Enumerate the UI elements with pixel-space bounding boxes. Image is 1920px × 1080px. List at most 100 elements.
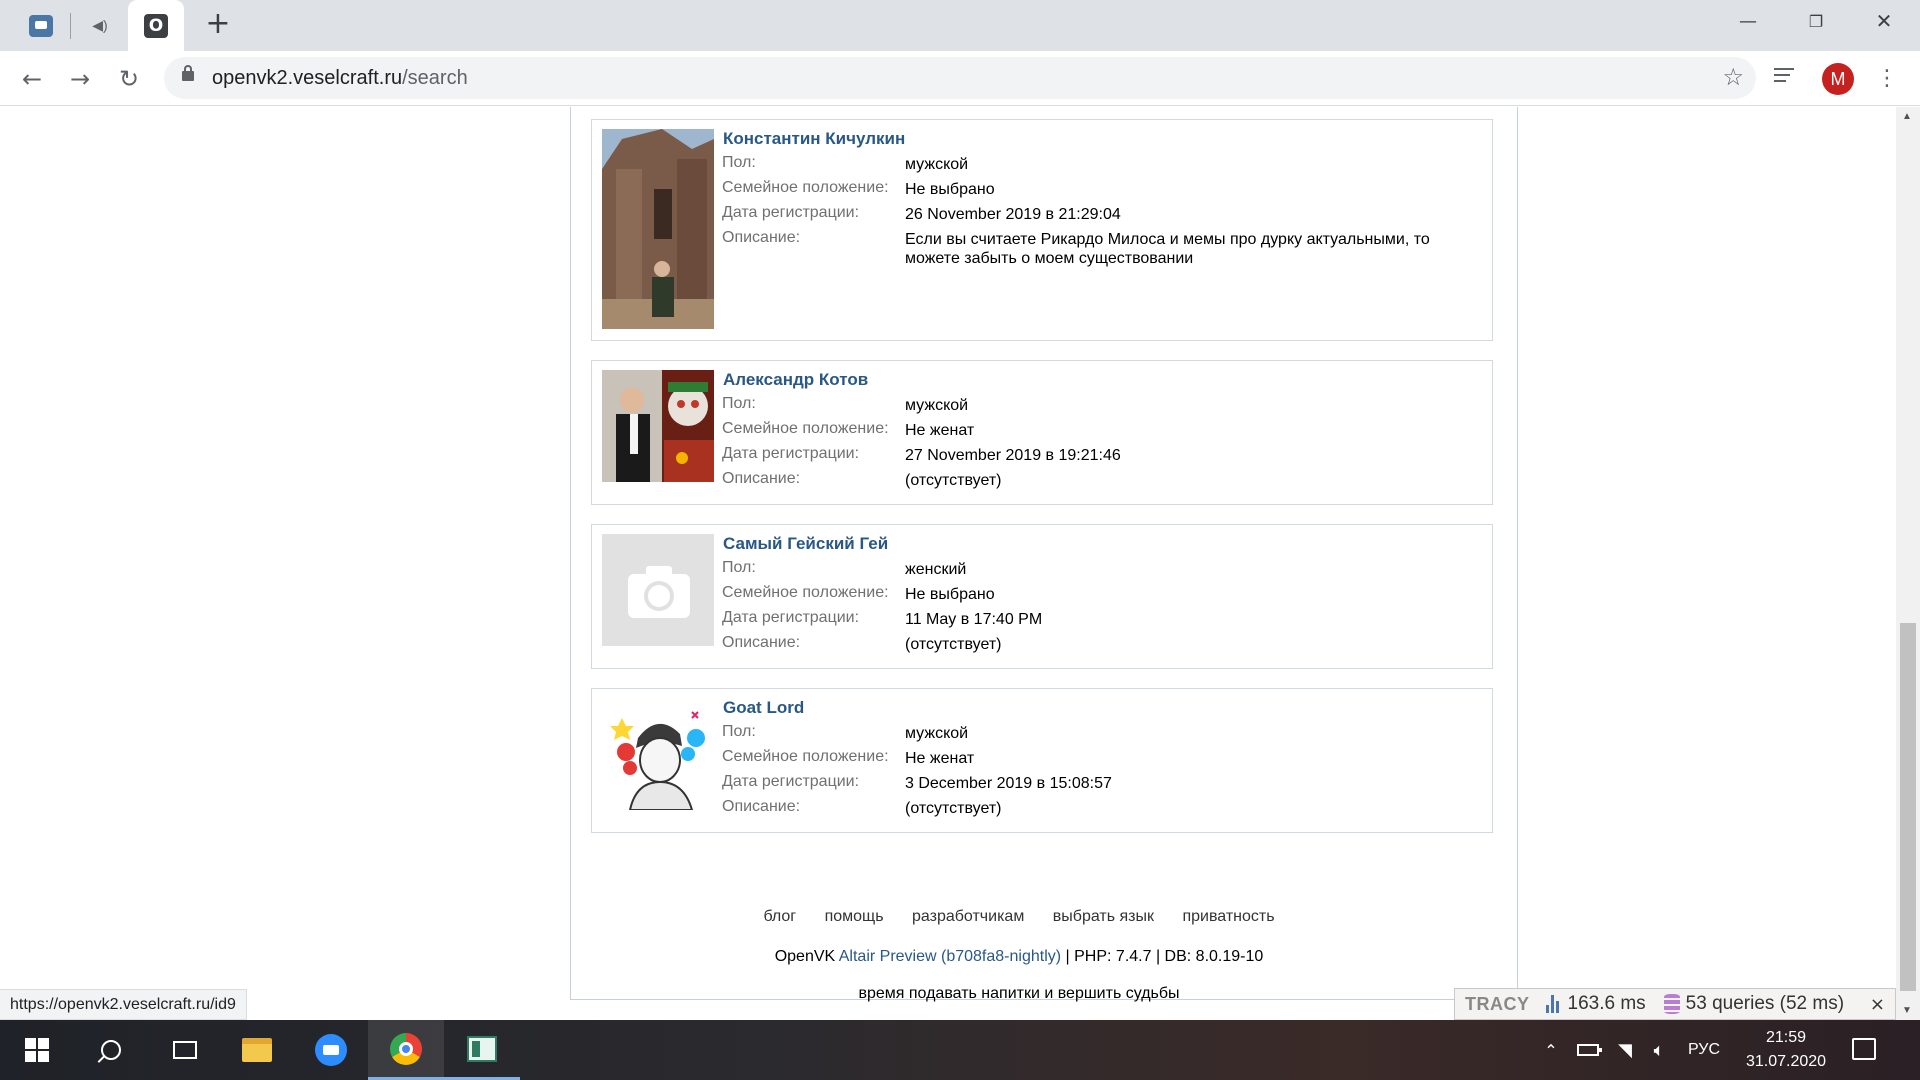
link-hover-status: https://openvk2.veselcraft.ru/id9 <box>0 989 247 1020</box>
new-tab-button[interactable]: + <box>202 9 234 41</box>
page-viewport: Константин Кичулкин Пол: мужской Семейно… <box>0 107 1896 1020</box>
scroll-up-arrow-icon[interactable]: ▲ <box>1902 111 1912 122</box>
gender-value: женский <box>905 561 967 578</box>
document-app-icon <box>467 1035 497 1062</box>
footer-link-privacy[interactable]: приватность <box>1182 908 1274 925</box>
footer-links: блог помощь разработчикам выбрать язык п… <box>0 908 1896 926</box>
battery-icon[interactable] <box>1572 1020 1604 1080</box>
user-name-link[interactable]: Александр Котов <box>723 370 868 390</box>
scroll-down-arrow-icon[interactable]: ▼ <box>1902 1005 1912 1016</box>
user-name-link[interactable]: Самый Гейский Гей <box>723 534 888 554</box>
gender-label: Пол: <box>722 559 756 576</box>
url-path: /search <box>402 67 468 89</box>
user-name-link[interactable]: Goat Lord <box>723 698 804 718</box>
tracy-debug-bar[interactable]: TRACY 163.6 ms 53 queries (52 ms) × <box>1454 988 1896 1020</box>
registered-label: Дата регистрации: <box>722 609 860 626</box>
tracy-time[interactable]: 163.6 ms <box>1568 993 1646 1015</box>
scroll-thumb[interactable] <box>1900 623 1916 991</box>
search-button[interactable] <box>74 1020 148 1080</box>
gender-label: Пол: <box>722 723 756 740</box>
file-explorer-button[interactable] <box>220 1020 294 1080</box>
folder-icon <box>242 1038 272 1062</box>
timer-chart-icon <box>1545 995 1562 1013</box>
clock-time: 21:59 <box>1765 1029 1807 1046</box>
version-link[interactable]: Altair Preview (b708fa8-nightly) <box>839 948 1061 965</box>
description-value: Если вы считаете Рикардо Милоса и мемы п… <box>905 231 1430 267</box>
chrome-app-button[interactable] <box>368 1020 444 1080</box>
footer-link-help[interactable]: помощь <box>825 908 884 925</box>
user-photo[interactable] <box>602 129 714 329</box>
footer-link-developers[interactable]: разработчикам <box>912 908 1024 925</box>
footer-link-blog[interactable]: блог <box>763 908 796 925</box>
marital-value: Не женат <box>905 422 975 439</box>
footer-version: OpenVK Altair Preview (b708fa8-nightly) … <box>0 948 1896 966</box>
clock[interactable]: 21:59 31.07.2020 <box>1736 1026 1836 1074</box>
zoom-app-button[interactable] <box>294 1020 368 1080</box>
registered-label: Дата регистрации: <box>722 773 860 790</box>
search-result-card: Goat Lord Пол: мужской Семейное положени… <box>591 688 1493 833</box>
clock-date: 31.07.2020 <box>1745 1053 1827 1070</box>
search-result-card: Константин Кичулкин Пол: мужской Семейно… <box>591 119 1493 341</box>
restore-button[interactable]: ❐ <box>1782 0 1850 42</box>
start-button[interactable] <box>0 1020 74 1080</box>
tracy-logo[interactable]: TRACY <box>1465 994 1530 1015</box>
openvk-favicon-icon: O <box>144 13 168 38</box>
browser-menu-icon[interactable]: ⋮ <box>1876 63 1898 95</box>
url-host: openvk2.veselcraft.ru <box>212 67 403 89</box>
chat-favicon-icon <box>29 14 53 37</box>
marital-label: Семейное положение: <box>722 420 889 437</box>
tracy-queries[interactable]: 53 queries (52 ms) <box>1686 993 1844 1015</box>
media-queue-icon[interactable] <box>1774 68 1798 88</box>
user-name-link[interactable]: Константин Кичулкин <box>723 129 905 149</box>
browser-toolbar: ← → ↻ openvk2.veselcraft.ru/search ☆ M ⋮ <box>0 51 1920 106</box>
document-app-button[interactable] <box>444 1020 520 1080</box>
back-arrow-icon[interactable]: ← <box>14 61 50 97</box>
marital-value: Не женат <box>905 750 975 767</box>
notification-center-icon[interactable] <box>1852 1038 1876 1060</box>
search-icon <box>101 1040 121 1060</box>
description-label: Описание: <box>722 470 801 487</box>
tab-chat[interactable] <box>10 0 72 51</box>
gender-label: Пол: <box>722 154 756 171</box>
tray-expand-icon[interactable]: ⌃ <box>1536 1020 1566 1080</box>
reload-icon[interactable]: ↻ <box>111 61 147 97</box>
description-label: Описание: <box>722 229 801 246</box>
tab-openvk[interactable]: O <box>128 0 184 51</box>
minimize-button[interactable]: — <box>1714 0 1782 42</box>
lock-icon <box>182 65 194 81</box>
description-value: (отсутствует) <box>905 472 1002 489</box>
chrome-logo-icon <box>390 1032 422 1065</box>
windows-taskbar: ⌃ ◥ 🔈︎ РУС 21:59 31.07.2020 <box>0 1020 1920 1080</box>
description-label: Описание: <box>722 798 801 815</box>
close-window-button[interactable]: ✕ <box>1850 0 1918 42</box>
speaker-muted-icon: ◀︎) <box>92 17 108 33</box>
tracy-close-button[interactable]: × <box>1870 994 1885 1015</box>
marital-value: Не выбрано <box>905 586 995 603</box>
volume-icon[interactable]: 🔈︎ <box>1644 1020 1674 1080</box>
database-icon <box>1663 994 1680 1014</box>
marital-label: Семейное положение: <box>722 179 889 196</box>
gender-value: мужской <box>905 397 969 414</box>
forward-arrow-icon[interactable]: → <box>62 61 98 97</box>
registered-value: 3 December 2019 в 15:08:57 <box>905 775 1112 792</box>
windows-logo-icon <box>25 1038 49 1062</box>
description-value: (отсутствует) <box>905 800 1002 817</box>
registered-value: 26 November 2019 в 21:29:04 <box>905 206 1121 223</box>
task-view-icon <box>173 1041 197 1059</box>
user-photo[interactable] <box>602 370 714 482</box>
url-text[interactable]: openvk2.veselcraft.ru/search <box>212 67 468 90</box>
marital-label: Семейное положение: <box>722 584 889 601</box>
profile-avatar[interactable]: M <box>1822 63 1854 95</box>
task-view-button[interactable] <box>148 1020 222 1080</box>
tab-audio[interactable]: ◀︎) <box>72 0 128 51</box>
user-photo[interactable] <box>602 698 714 810</box>
address-bar[interactable]: openvk2.veselcraft.ru/search ☆ <box>164 57 1756 99</box>
page-scrollbar[interactable]: ▲ ▼ <box>1896 107 1920 1020</box>
footer-link-language[interactable]: выбрать язык <box>1053 908 1154 925</box>
search-result-card: Самый Гейский Гей Пол: женский Семейное … <box>591 524 1493 669</box>
network-icon[interactable]: ◥ <box>1610 1020 1640 1080</box>
search-result-card: Александр Котов Пол: мужской Семейное по… <box>591 360 1493 505</box>
language-indicator[interactable]: РУС <box>1680 1020 1728 1080</box>
user-photo[interactable] <box>602 534 714 646</box>
bookmark-star-icon[interactable]: ☆ <box>1722 63 1744 91</box>
